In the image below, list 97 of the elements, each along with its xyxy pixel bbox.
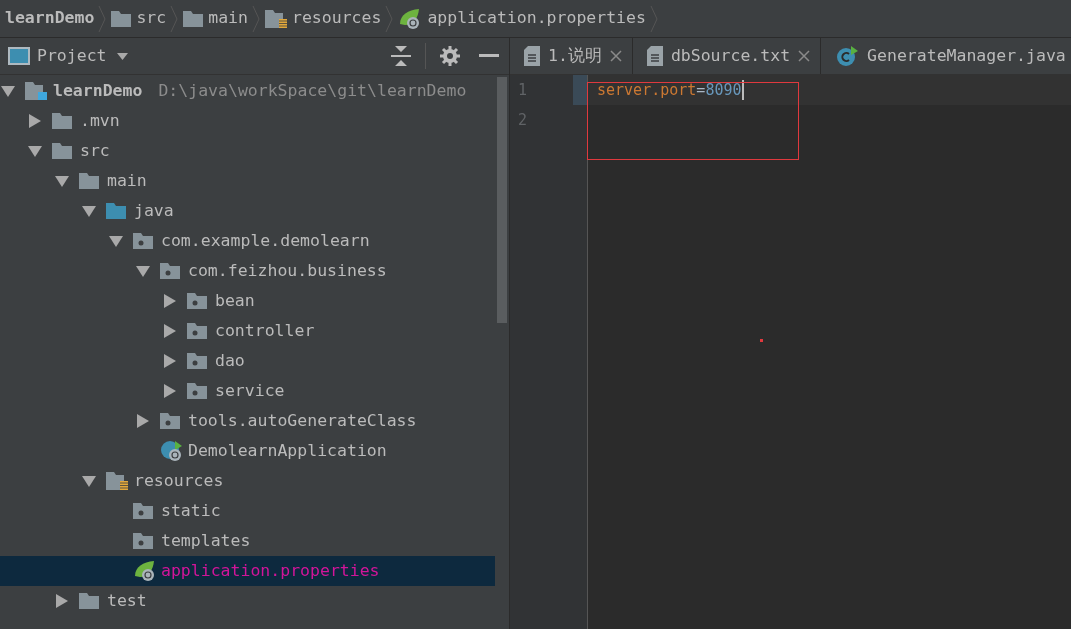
package-icon (160, 413, 180, 429)
tree-item-label: DemolearnApplication (188, 439, 387, 462)
project-view-dropdown[interactable]: Project (37, 43, 128, 69)
class-icon (835, 45, 860, 67)
chevron-icon (170, 4, 179, 33)
tree-item-label: tools.autoGenerateClass (188, 409, 417, 432)
collapse-arrow-icon[interactable] (82, 204, 96, 218)
text-cursor (741, 80, 744, 100)
tree-row[interactable]: bean (0, 286, 495, 316)
collapse-arrow-icon[interactable] (1, 84, 15, 98)
tree-item-label: controller (215, 319, 315, 342)
module-path: D:\java\workSpace\git\learnDemo (158, 79, 467, 102)
tree-row[interactable]: tools.autoGenerateClass (0, 406, 495, 436)
breadcrumb-item[interactable]: src (106, 6, 171, 31)
collapse-arrow-icon[interactable] (109, 234, 123, 248)
tree-item-label: dao (215, 349, 245, 372)
tree-row[interactable]: service (0, 376, 495, 406)
chevron-icon (385, 4, 394, 33)
leaf-gear-icon (133, 560, 157, 582)
chevron-icon (98, 4, 107, 33)
close-icon[interactable] (798, 50, 811, 62)
tree-item-label: service (215, 379, 285, 402)
folder-icon (183, 10, 204, 27)
expand-arrow-icon[interactable] (163, 354, 177, 368)
package-icon (187, 323, 207, 339)
tree-item-label: java (134, 199, 174, 222)
collapse-arrow-icon[interactable] (55, 174, 69, 188)
chevron-icon (649, 4, 658, 33)
resources-folder-icon (106, 472, 128, 490)
folder-icon (52, 113, 72, 129)
tree-row[interactable]: main (0, 166, 495, 196)
settings-icon[interactable] (440, 46, 460, 66)
tree-row[interactable]: templates (0, 526, 495, 556)
tree-row[interactable]: dao (0, 346, 495, 376)
tree-item-label: bean (215, 289, 255, 312)
scrollbar-thumb[interactable] (497, 77, 507, 323)
document-icon (524, 46, 540, 66)
tree-item-label: test (107, 589, 147, 612)
dot-mark (760, 339, 763, 342)
expand-arrow-icon[interactable] (163, 294, 177, 308)
expand-arrow-icon[interactable] (163, 324, 177, 338)
tree-row[interactable]: static (0, 496, 495, 526)
tree-row[interactable]: application.properties (0, 556, 495, 586)
tree-item-label: templates (161, 529, 251, 552)
tree-row[interactable]: resources (0, 466, 495, 496)
class-gear-icon (160, 440, 184, 462)
window-icon (8, 47, 30, 65)
folder-icon (106, 203, 126, 219)
breadcrumb-item[interactable]: resources (259, 6, 386, 31)
breadcrumb-item[interactable]: application.properties (393, 6, 650, 31)
folder-icon (52, 143, 72, 159)
module-icon (25, 82, 47, 100)
tree-row[interactable]: learnDemo D:\java\workSpace\git\learnDemo (0, 76, 495, 106)
tree-row[interactable]: java (0, 196, 495, 226)
tree-item-label: com.example.demolearn (161, 229, 370, 252)
package-icon (187, 353, 207, 369)
tree-row[interactable]: src (0, 136, 495, 166)
tree-item-label: src (80, 139, 110, 162)
tree-item-label: static (161, 499, 221, 522)
tree-item-label: application.properties (161, 559, 380, 582)
breadcrumb-item[interactable]: main (178, 6, 252, 31)
package-icon (187, 383, 207, 399)
code-line: server.port=8090 (597, 79, 742, 101)
collapse-arrow-icon[interactable] (28, 144, 42, 158)
tree-row[interactable]: controller (0, 316, 495, 346)
tree-row[interactable]: com.feizhou.business (0, 256, 495, 286)
caret-icon (116, 52, 128, 60)
folder-icon (79, 593, 99, 609)
package-icon (160, 263, 180, 279)
tree-row[interactable]: .mvn (0, 106, 495, 136)
folder-icon (111, 10, 132, 27)
resources-folder-icon (264, 9, 287, 28)
tree-item-label: resources (134, 469, 224, 492)
tree-row[interactable]: DemolearnApplication (0, 436, 495, 466)
package-icon (133, 503, 153, 519)
collapse-arrow-icon[interactable] (82, 474, 96, 488)
collapse-all-icon[interactable] (391, 45, 411, 67)
tree-item-label: learnDemo (53, 79, 143, 102)
tree-row[interactable]: com.example.demolearn (0, 226, 495, 256)
expand-arrow-icon[interactable] (28, 114, 42, 128)
tree-item-label: main (107, 169, 147, 192)
expand-arrow-icon[interactable] (55, 594, 69, 608)
folder-icon (79, 173, 99, 189)
close-icon[interactable] (609, 50, 622, 62)
minimize-icon[interactable] (479, 54, 499, 58)
chevron-icon (251, 4, 260, 33)
package-icon (187, 293, 207, 309)
tree-row[interactable]: test (0, 586, 495, 616)
expand-arrow-icon[interactable] (136, 414, 150, 428)
expand-arrow-icon[interactable] (163, 384, 177, 398)
tree-item-label: .mvn (80, 109, 120, 132)
tree-item-label: com.feizhou.business (188, 259, 387, 282)
breadcrumb-item[interactable]: learnDemo (0, 6, 99, 31)
package-icon (133, 533, 153, 549)
collapse-arrow-icon[interactable] (136, 264, 150, 278)
document-icon (646, 46, 663, 66)
package-icon (133, 233, 153, 249)
